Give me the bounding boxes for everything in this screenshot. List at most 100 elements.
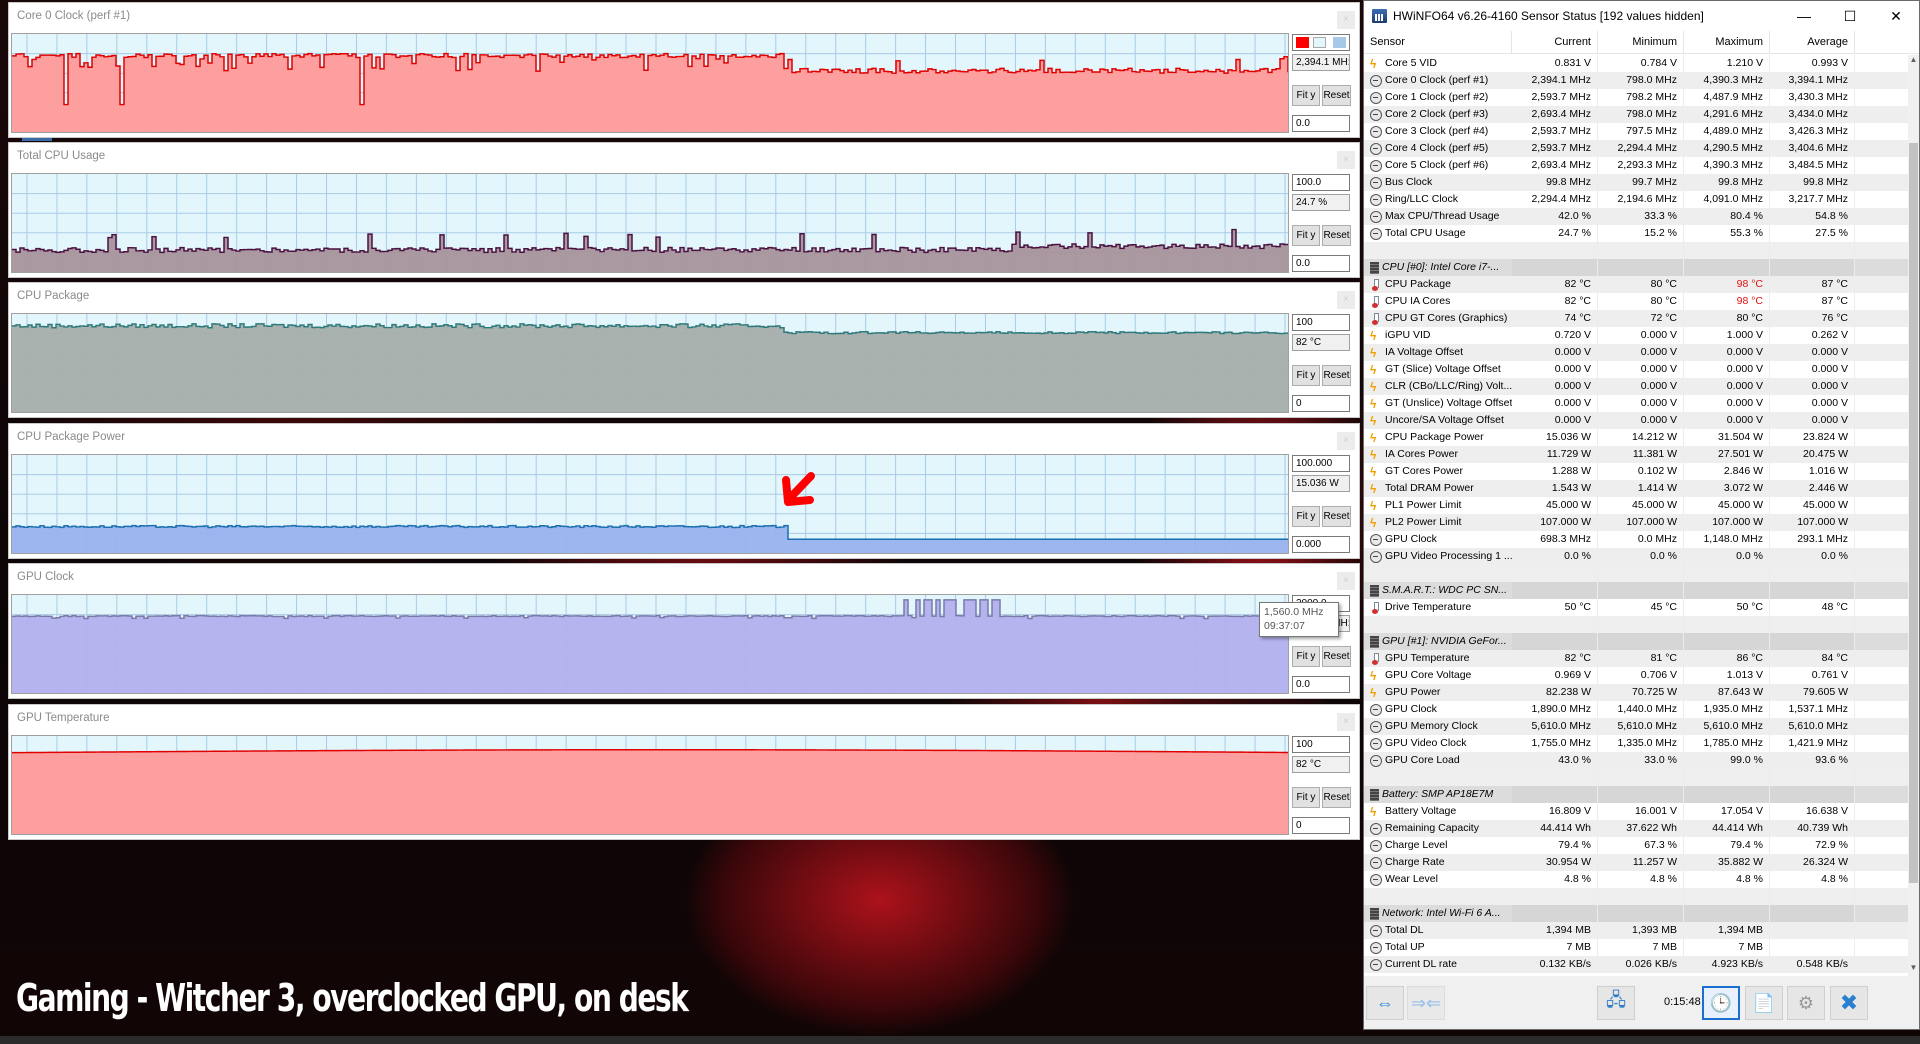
sensor-row[interactable]: ϟ GT (Unslice) Voltage Offset 0.000 V 0.0… — [1364, 395, 1909, 412]
reset-clock-button[interactable]: 🕒 — [1702, 986, 1740, 1020]
sensor-row[interactable]: CPU GT Cores (Graphics) 74 °C 72 °C 80 °… — [1364, 310, 1909, 327]
background-color-swatch[interactable] — [1313, 37, 1326, 48]
sensor-row[interactable]: GPU Temperature 82 °C 81 °C 86 °C 84 °C — [1364, 650, 1909, 667]
sensor-row[interactable]: Remaining Capacity 44.414 Wh 37.622 Wh 4… — [1364, 820, 1909, 837]
sensor-group-header[interactable]: GPU [#1]: NVIDIA GeFor... — [1364, 633, 1909, 650]
sensor-row[interactable]: ϟ Core 5 VID 0.831 V 0.784 V 1.210 V 0.99… — [1364, 55, 1909, 72]
sensor-row[interactable]: GPU Video Processing 1 ... 0.0 % 0.0 % 0… — [1364, 548, 1909, 565]
expand-button[interactable]: ⇔ — [1366, 986, 1404, 1020]
sensor-row[interactable]: ϟ Battery Voltage 16.809 V 16.001 V 17.05… — [1364, 803, 1909, 820]
sensor-row[interactable]: ϟ PL1 Power Limit 45.000 W 45.000 W 45.00… — [1364, 497, 1909, 514]
sensor-row[interactable]: ϟ Uncore/SA Voltage Offset 0.000 V 0.000 … — [1364, 412, 1909, 429]
sensor-row[interactable]: Total UP 7 MB 7 MB 7 MB — [1364, 939, 1909, 956]
title-bar[interactable]: HWiNFO64 v6.26-4160 Sensor Status [192 v… — [1364, 1, 1919, 31]
logging-button[interactable]: 📄 — [1745, 986, 1783, 1020]
sensor-row[interactable]: GPU Core Load 43.0 % 33.0 % 99.0 % 93.6 … — [1364, 752, 1909, 769]
fit-y-button[interactable]: Fit y — [1292, 225, 1320, 246]
close-button[interactable]: ✕ — [1873, 1, 1919, 31]
y-min-input[interactable]: 0.0 — [1292, 676, 1350, 693]
graph-plot[interactable] — [11, 173, 1289, 273]
sensor-row[interactable]: Ring/LLC Clock 2,294.4 MHz 2,194.6 MHz 4… — [1364, 191, 1909, 208]
column-header-current[interactable]: Current — [1512, 31, 1598, 53]
fit-y-button[interactable]: Fit y — [1292, 646, 1320, 667]
sensor-row[interactable]: Drive Temperature 50 °C 45 °C 50 °C 48 °… — [1364, 599, 1909, 616]
y-max-input[interactable]: 100 — [1292, 736, 1350, 753]
reset-button[interactable]: Reset — [1322, 506, 1351, 527]
y-min-input[interactable]: 0.0 — [1292, 255, 1350, 272]
sensor-row[interactable]: ϟ IA Voltage Offset 0.000 V 0.000 V 0.000… — [1364, 344, 1909, 361]
graph-window[interactable]: GPU Clock × 2000.0 1,560.0 MH: Fit y Res… — [8, 563, 1360, 699]
sensor-row[interactable]: Wear Level 4.8 % 4.8 % 4.8 % 4.8 % — [1364, 871, 1909, 888]
y-max-input[interactable]: 100.0 — [1292, 174, 1350, 191]
graph-window[interactable]: Total CPU Usage × 100.0 24.7 % Fit y Res… — [8, 142, 1360, 278]
sensor-row[interactable]: ϟ CLR (CBo/LLC/Ring) Volt... 0.000 V 0.00… — [1364, 378, 1909, 395]
graph-plot[interactable] — [11, 735, 1289, 835]
sensor-row[interactable]: Core 5 Clock (perf #6) 2,693.4 MHz 2,293… — [1364, 157, 1909, 174]
sensor-row[interactable]: CPU IA Cores 82 °C 80 °C 98 °C 87 °C — [1364, 293, 1909, 310]
column-header-sensor[interactable]: Sensor — [1364, 31, 1512, 53]
sensor-row[interactable]: ϟ GPU Power 82.238 W 70.725 W 87.643 W 79… — [1364, 684, 1909, 701]
sensor-row[interactable]: GPU Memory Clock 5,610.0 MHz 5,610.0 MHz… — [1364, 718, 1909, 735]
graph-close-button[interactable]: × — [1337, 291, 1355, 309]
sensor-group-header[interactable]: S.M.A.R.T.: WDC PC SN... — [1364, 582, 1909, 599]
maximize-button[interactable]: ☐ — [1827, 1, 1873, 31]
sensor-row[interactable]: GPU Clock 698.3 MHz 0.0 MHz 1,148.0 MHz … — [1364, 531, 1909, 548]
sensor-row[interactable]: Core 1 Clock (perf #2) 2,593.7 MHz 798.2… — [1364, 89, 1909, 106]
graph-plot[interactable] — [11, 33, 1289, 133]
collapse-button[interactable]: ⇒⇐ — [1407, 986, 1445, 1020]
fit-y-button[interactable]: Fit y — [1292, 787, 1320, 808]
graph-close-button[interactable]: × — [1337, 572, 1355, 590]
graph-window[interactable]: CPU Package × 100 82 °C Fit y Reset 0 — [8, 282, 1360, 418]
reset-button[interactable]: Reset — [1322, 787, 1351, 808]
column-header-maximum[interactable]: Maximum — [1684, 31, 1770, 53]
scroll-down-icon[interactable]: ▼ — [1908, 963, 1919, 977]
sensor-row[interactable]: Core 4 Clock (perf #5) 2,593.7 MHz 2,294… — [1364, 140, 1909, 157]
sensor-row[interactable]: Total DL 1,394 MB 1,393 MB 1,394 MB — [1364, 922, 1909, 939]
sensor-row[interactable]: CPU Package 82 °C 80 °C 98 °C 87 °C — [1364, 276, 1909, 293]
y-max-input[interactable]: 100.000 — [1292, 455, 1350, 472]
color-swatches[interactable] — [1292, 34, 1350, 51]
sensor-row[interactable]: ϟ GPU Core Voltage 0.969 V 0.706 V 1.013 … — [1364, 667, 1909, 684]
fit-y-button[interactable]: Fit y — [1292, 506, 1320, 527]
vertical-scrollbar[interactable]: ▲ ▼ — [1908, 55, 1919, 977]
network-button[interactable]: 🖧 — [1597, 986, 1635, 1020]
sensor-group-header[interactable]: CPU [#0]: Intel Core i7-... — [1364, 259, 1909, 276]
grid-color-swatch[interactable] — [1333, 37, 1346, 48]
sensor-row[interactable]: GPU Clock 1,890.0 MHz 1,440.0 MHz 1,935.… — [1364, 701, 1909, 718]
y-min-input[interactable]: 0.000 — [1292, 536, 1350, 553]
sensor-row[interactable]: ϟ GT Cores Power 1.288 W 0.102 W 2.846 W … — [1364, 463, 1909, 480]
sensor-group-header[interactable]: Battery: SMP AP18E7M — [1364, 786, 1909, 803]
sensor-row[interactable]: Charge Rate 30.954 W 11.257 W 35.882 W 2… — [1364, 854, 1909, 871]
sensor-row[interactable]: ϟ PL2 Power Limit 107.000 W 107.000 W 107… — [1364, 514, 1909, 531]
sensor-group-header[interactable]: Network: Intel Wi-Fi 6 A... — [1364, 905, 1909, 922]
sensor-row[interactable]: Charge Level 79.4 % 67.3 % 79.4 % 72.9 % — [1364, 837, 1909, 854]
graph-close-button[interactable]: × — [1337, 11, 1355, 29]
sensor-row[interactable]: Max CPU/Thread Usage 42.0 % 33.3 % 80.4 … — [1364, 208, 1909, 225]
column-header-minimum[interactable]: Minimum — [1598, 31, 1684, 53]
reset-button[interactable]: Reset — [1322, 646, 1351, 667]
sensor-row[interactable]: Current DL rate 0.132 KB/s 0.026 KB/s 4.… — [1364, 956, 1909, 973]
fit-y-button[interactable]: Fit y — [1292, 85, 1320, 106]
y-max-input[interactable]: 100 — [1292, 314, 1350, 331]
reset-button[interactable]: Reset — [1322, 85, 1351, 106]
sensor-row[interactable]: ϟ iGPU VID 0.720 V 0.000 V 1.000 V 0.262 … — [1364, 327, 1909, 344]
graph-close-button[interactable]: × — [1337, 151, 1355, 169]
sensor-row[interactable]: ϟ CPU Package Power 15.036 W 14.212 W 31.… — [1364, 429, 1909, 446]
reset-button[interactable]: Reset — [1322, 225, 1351, 246]
graph-window[interactable]: GPU Temperature × 100 82 °C Fit y Reset … — [8, 704, 1360, 840]
scroll-up-icon[interactable]: ▲ — [1908, 55, 1919, 69]
graph-close-button[interactable]: × — [1337, 432, 1355, 450]
line-color-swatch[interactable] — [1296, 37, 1309, 48]
fit-y-button[interactable]: Fit y — [1292, 365, 1320, 386]
minimize-button[interactable]: — — [1781, 1, 1827, 31]
sensor-row[interactable]: ϟ Total DRAM Power 1.543 W 1.414 W 3.072 … — [1364, 480, 1909, 497]
y-min-input[interactable]: 0.0 — [1292, 115, 1350, 132]
sensor-row[interactable]: ϟ IA Cores Power 11.729 W 11.381 W 27.501… — [1364, 446, 1909, 463]
column-header-average[interactable]: Average — [1770, 31, 1855, 53]
sensor-row[interactable]: Core 2 Clock (perf #3) 2,693.4 MHz 798.0… — [1364, 106, 1909, 123]
graph-plot[interactable] — [11, 313, 1289, 413]
reset-button[interactable]: Reset — [1322, 365, 1351, 386]
settings-button[interactable]: ⚙ — [1787, 986, 1825, 1020]
sensor-row[interactable]: Core 0 Clock (perf #1) 2,394.1 MHz 798.0… — [1364, 72, 1909, 89]
sensor-row[interactable]: Total CPU Usage 24.7 % 15.2 % 55.3 % 27.… — [1364, 225, 1909, 242]
